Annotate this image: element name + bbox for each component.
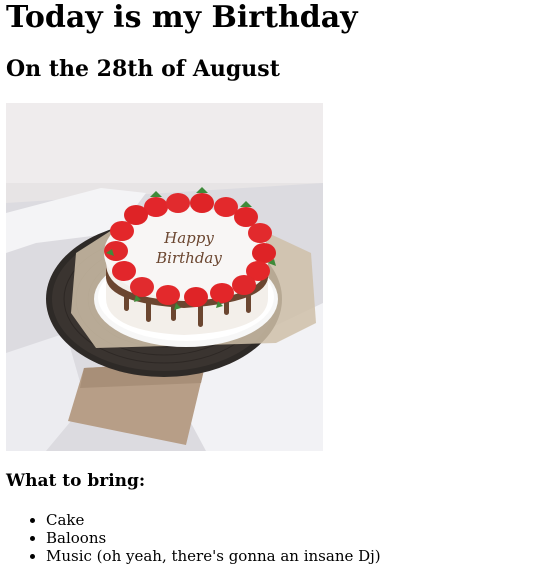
cake-text-birthday: Birthday (155, 249, 222, 267)
bring-heading: What to bring: (6, 471, 146, 491)
list-item: Baloons (46, 529, 381, 547)
list-item: Music (oh yeah, there's gonna an insane … (46, 547, 381, 565)
cake-text-happy: Happy (163, 229, 214, 247)
birthday-cake-image: Happy Birthday (6, 103, 323, 451)
page: Today is my Birthday On the 28th of Augu… (0, 0, 536, 583)
page-subtitle: On the 28th of August (6, 56, 280, 82)
page-title: Today is my Birthday (6, 0, 358, 35)
bring-list: Cake Baloons Music (oh yeah, there's gon… (0, 511, 381, 565)
list-item: Cake (46, 511, 381, 529)
